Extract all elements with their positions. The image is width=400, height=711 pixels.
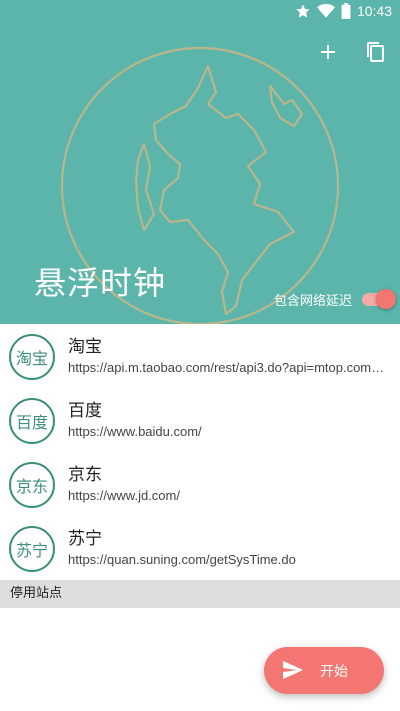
copy-button[interactable] (362, 38, 390, 66)
page-title: 悬浮时钟 (34, 264, 167, 302)
add-button[interactable] (314, 38, 342, 66)
wifi-icon (316, 3, 335, 18)
site-list: 淘宝 淘宝 https://api.m.taobao.com/rest/api3… (0, 324, 400, 580)
site-url: https://quan.suning.com/getSysTime.do (68, 552, 296, 567)
star-icon (296, 4, 310, 18)
site-avatar: 苏宁 (9, 526, 55, 572)
site-avatar: 京东 (9, 462, 55, 508)
start-button[interactable]: 开始 (264, 647, 384, 694)
site-name: 淘宝 (68, 337, 102, 357)
battery-icon (341, 3, 351, 19)
status-time: 10:43 (356, 3, 392, 19)
site-url: https://www.jd.com/ (68, 488, 180, 503)
site-item-jd[interactable]: 京东 京东 https://www.jd.com/ (0, 452, 400, 516)
site-url: https://api.m.taobao.com/rest/api3.do?ap… (68, 360, 390, 375)
site-avatar: 百度 (9, 398, 55, 444)
latency-toggle-label: 包含网络延迟 (273, 293, 352, 309)
site-item-baidu[interactable]: 百度 百度 https://www.baidu.com/ (0, 388, 400, 452)
app-header: 10:43 悬浮时钟 包含网络延迟 (0, 0, 400, 324)
switch-thumb (376, 289, 396, 309)
site-name: 京东 (68, 465, 102, 485)
plus-icon (321, 45, 335, 59)
site-name: 苏宁 (68, 529, 102, 549)
copy-icon (367, 42, 384, 62)
latency-toggle-switch[interactable] (362, 288, 396, 310)
disabled-sites-header: 停用站点 (0, 580, 400, 608)
latency-toggle-row: 包含网络延迟 (274, 288, 396, 310)
site-item-taobao[interactable]: 淘宝 淘宝 https://api.m.taobao.com/rest/api3… (0, 324, 400, 388)
site-name: 百度 (68, 401, 102, 421)
start-button-label: 开始 (320, 664, 348, 680)
send-icon (283, 660, 303, 680)
site-item-suning[interactable]: 苏宁 苏宁 https://quan.suning.com/getSysTime… (0, 516, 400, 580)
site-avatar: 淘宝 (9, 334, 55, 380)
status-bar: 10:43 (0, 0, 400, 24)
site-url: https://www.baidu.com/ (68, 424, 202, 439)
